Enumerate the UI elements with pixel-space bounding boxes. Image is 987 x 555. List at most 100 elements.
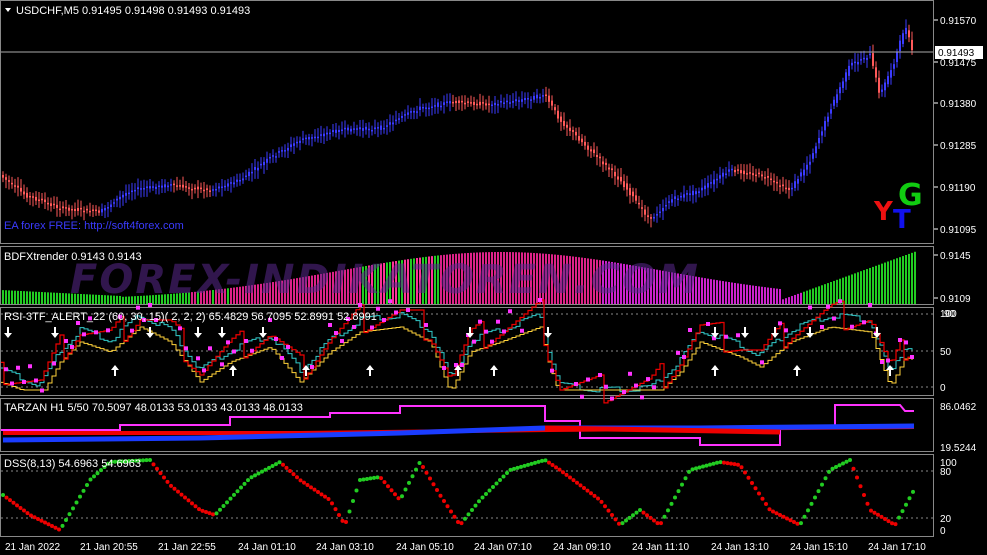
- bdfx-bar: [761, 286, 763, 304]
- candle-body: [281, 150, 283, 152]
- candle-body: [68, 207, 70, 211]
- bdfx-bar: [56, 292, 58, 304]
- candle-body: [692, 190, 694, 196]
- dss-dot: [32, 515, 37, 520]
- dss-dot: [193, 504, 198, 509]
- dss-dot: [179, 492, 184, 497]
- candle-body: [515, 99, 517, 102]
- dss-dot: [648, 515, 653, 520]
- candle-body: [608, 167, 610, 170]
- rsi-dot: [898, 338, 902, 342]
- bdfx-bar: [701, 277, 703, 304]
- rsi-tick-label: 50: [940, 347, 952, 358]
- dss-dot: [309, 485, 313, 490]
- dss-dot: [151, 462, 156, 467]
- time-tick-label: 21 Jan 2022: [5, 542, 60, 553]
- candle-body: [137, 187, 139, 190]
- chart-canvas[interactable]: USDCHF,M5 0.91495 0.91498 0.91493 0.9149…: [0, 0, 987, 555]
- dss-dot: [442, 499, 446, 503]
- down-arrow-icon: [741, 327, 749, 338]
- rsi-dot: [538, 298, 542, 302]
- candle-body: [335, 129, 337, 133]
- rsi-dot: [10, 381, 14, 386]
- dss-dot: [809, 501, 814, 506]
- candle-body: [299, 140, 301, 143]
- candle-body: [857, 61, 859, 65]
- candle-body: [74, 209, 76, 211]
- bdfx-bar: [788, 297, 790, 304]
- dss-tick-label: 80: [940, 467, 952, 478]
- candle-body: [419, 106, 421, 111]
- candle-body: [482, 102, 484, 104]
- candle-body: [578, 136, 580, 141]
- dss-dot: [526, 462, 530, 467]
- bdfx-bar: [11, 290, 13, 304]
- tarzan-tick-label: 86.0462: [940, 402, 977, 413]
- bdfx-bar: [833, 280, 835, 304]
- dss-dot: [529, 461, 534, 466]
- candle-body: [200, 187, 202, 190]
- rsi-dot: [220, 362, 224, 367]
- dss-dot: [865, 501, 870, 506]
- dss-dot: [753, 486, 758, 491]
- dss-dot: [330, 501, 334, 506]
- candle-body: [887, 76, 889, 85]
- candle-body: [893, 64, 895, 69]
- bdfx-bar: [47, 292, 49, 304]
- candle-body: [266, 158, 268, 163]
- candle-body: [878, 77, 880, 93]
- bdfx-bar: [746, 284, 748, 304]
- symbol-header: USDCHF,M5 0.91495 0.91498 0.91493 0.9149…: [16, 5, 250, 17]
- candle-body: [302, 138, 304, 140]
- bdfx-bar: [50, 292, 52, 304]
- candle-body: [383, 127, 385, 130]
- candle-body: [584, 141, 586, 146]
- time-tick-label: 21 Jan 20:55: [80, 542, 138, 553]
- dss-dot: [22, 508, 26, 513]
- tarzan-header: TARZAN H1 5/50 70.5097 48.0133 53.0133 4…: [4, 402, 303, 414]
- ea-link-text[interactable]: EA forex FREE: http://soft4forex.com: [4, 220, 184, 232]
- dss-dot: [284, 465, 289, 470]
- price-candles: [2, 19, 913, 228]
- candle-body: [29, 195, 31, 198]
- dss-dot: [645, 513, 649, 518]
- candle-body: [179, 185, 181, 187]
- dss-dot: [806, 508, 810, 513]
- dss-dot: [911, 489, 915, 494]
- candle-body: [440, 105, 442, 108]
- candle-body: [377, 127, 379, 129]
- dss-dot: [760, 496, 765, 501]
- price-tick-label: 0.91095: [940, 225, 977, 236]
- dss-dot: [410, 474, 415, 479]
- candle-body: [554, 107, 556, 111]
- dss-dot: [785, 516, 789, 521]
- collapse-triangle-icon[interactable]: [5, 8, 11, 12]
- candle-body: [227, 183, 229, 187]
- dss-dot: [652, 518, 656, 523]
- bdfx-bar: [758, 286, 760, 304]
- bdfx-bar: [794, 294, 796, 304]
- candle-body: [485, 103, 487, 106]
- rsi-dot: [202, 368, 206, 373]
- candle-body: [779, 185, 781, 187]
- dss-dot: [305, 483, 310, 487]
- bdfx-bar: [776, 288, 778, 304]
- site-watermark: FOREX-INDIKATOREN.COM: [70, 257, 700, 303]
- dss-dot: [253, 473, 257, 478]
- candle-body: [314, 136, 316, 139]
- dss-dot: [249, 475, 254, 480]
- candle-body: [815, 146, 817, 154]
- candle-body: [41, 198, 43, 201]
- rsi-dot: [502, 329, 506, 334]
- candle-body: [149, 186, 151, 189]
- candle-body: [506, 100, 508, 103]
- price-tick-label: 0.91190: [940, 183, 976, 194]
- candle-body: [164, 184, 166, 188]
- candle-body: [233, 182, 235, 185]
- rsi-dot: [574, 382, 578, 386]
- dss-dot: [242, 481, 247, 486]
- candle-body: [275, 156, 277, 158]
- dss-dot: [722, 460, 726, 465]
- chart-window[interactable]: USDCHF,M5 0.91495 0.91498 0.91493 0.9149…: [0, 0, 987, 555]
- rsi-dot: [280, 356, 284, 360]
